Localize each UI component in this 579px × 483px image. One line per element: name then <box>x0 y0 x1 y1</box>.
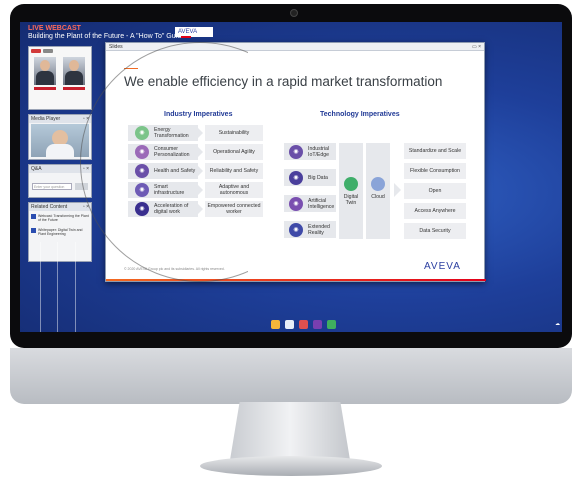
speaker-photo-1 <box>34 57 56 85</box>
qa-panel: Q&A ▫ × Enter your question <box>28 164 92 198</box>
close-icon[interactable]: ▫ × <box>83 204 89 210</box>
webcast-sidebar: Media Player ▫ × Q&A ▫ × Enter your questi… <box>28 46 92 320</box>
speaker-photo-2 <box>63 57 85 85</box>
energy-icon: ◉ <box>135 126 149 140</box>
window-icon[interactable] <box>284 319 294 329</box>
aveva-logo: AVEVA <box>424 261 461 272</box>
tech-row: ◉ Artificial Intelligence <box>284 195 336 212</box>
taskbar <box>258 318 348 330</box>
ai-icon: ◉ <box>289 196 303 211</box>
outcome-box: Standardize and Scale <box>404 143 466 159</box>
monitor-stand <box>230 402 350 460</box>
person-icon: ◉ <box>135 145 149 159</box>
industry-right-box: Adaptive and autonomous <box>205 182 263 198</box>
related-item[interactable]: Webcast: Transforming the Plant of the F… <box>31 214 89 222</box>
related-title: Related Content <box>31 204 68 210</box>
infrastructure-icon: ◉ <box>135 183 149 197</box>
digital-twin-icon <box>344 177 358 191</box>
big-data-icon: ◉ <box>289 170 303 185</box>
close-icon[interactable]: ▫ × <box>83 166 89 172</box>
share-button[interactable] <box>43 49 53 53</box>
live-button[interactable] <box>31 49 41 53</box>
tech-row: ◉ Extended Reality <box>284 221 336 238</box>
cloud-box: Cloud <box>366 143 390 239</box>
related-item[interactable]: Whitepaper: Digital Twin and Plant Engin… <box>31 228 89 236</box>
close-icon[interactable]: ▫ × <box>83 116 89 122</box>
speakers-panel <box>28 46 92 110</box>
folder-icon[interactable] <box>270 319 280 329</box>
industry-left-row: ◉ Acceleration of digital work <box>128 201 198 217</box>
slide-title: We enable efficiency in a rapid market t… <box>124 74 443 89</box>
header-logo-tab: AVEVA <box>175 27 213 39</box>
question-input[interactable]: Enter your question <box>32 183 72 190</box>
slide-window: Slides ▭ × We enable efficiency in a rap… <box>105 42 486 282</box>
health-icon: ◉ <box>135 164 149 178</box>
tech-row: ◉ Big Data <box>284 169 336 186</box>
tray-icon[interactable]: ☁ <box>555 321 560 327</box>
document-icon <box>31 214 36 219</box>
industry-left-row: ◉ Smart infrastructure <box>128 182 198 198</box>
window-controls[interactable]: ▭ × <box>472 44 481 50</box>
industry-right-box: Empowered connected worker <box>205 201 263 217</box>
digital-twin-box: Digital Twin <box>339 143 363 239</box>
submit-button[interactable] <box>75 183 88 190</box>
tech-row: ◉ Industrial IoT/Edge <box>284 143 336 160</box>
brand-bar <box>106 279 486 281</box>
chart-icon[interactable] <box>326 319 336 329</box>
monitor-base <box>200 456 382 476</box>
industry-right-box: Operational Agility <box>205 144 263 160</box>
media-player-panel: Media Player ▫ × <box>28 114 92 160</box>
xr-icon: ◉ <box>289 222 303 237</box>
iot-icon: ◉ <box>289 144 303 159</box>
outcome-box: Open <box>404 183 466 199</box>
outcome-box: Data Security <box>404 223 466 239</box>
monitor-chin <box>10 348 572 404</box>
presenter-video[interactable] <box>31 124 89 157</box>
industry-left-row: ◉ Consumer Personalization <box>128 144 198 160</box>
accent-line <box>124 68 138 69</box>
cloud-icon <box>371 177 385 191</box>
industry-left-row: ◉ Health and Safety <box>128 163 198 179</box>
copyright-text: © 2020 AVEVA Group plc and its subsidiar… <box>124 267 225 271</box>
outcome-box: Flexible Consumption <box>404 163 466 179</box>
technology-heading: Technology Imperatives <box>320 111 400 118</box>
speaker-tag-2 <box>63 87 85 90</box>
desktop-screen: LIVE WEBCAST Building the Plant of the F… <box>20 22 562 332</box>
app-icon[interactable] <box>298 319 308 329</box>
camera-icon <box>290 9 298 17</box>
slide-window-title: Slides <box>109 44 123 50</box>
outcome-box: Access Anywhere <box>404 203 466 219</box>
related-content-panel: Related Content ▫ × Webcast: Transforming… <box>28 202 92 262</box>
media-icon[interactable] <box>312 319 322 329</box>
qa-title: Q&A <box>31 166 42 172</box>
industry-left-row: ◉ Energy Transformation <box>128 125 198 141</box>
industry-right-box: Sustainability <box>205 125 263 141</box>
speaker-tag-1 <box>34 87 56 90</box>
digital-work-icon: ◉ <box>135 202 149 216</box>
industry-right-box: Reliability and Safety <box>205 163 263 179</box>
industry-heading: Industry Imperatives <box>164 111 233 118</box>
document-icon <box>31 228 36 233</box>
media-player-title: Media Player <box>31 116 61 122</box>
